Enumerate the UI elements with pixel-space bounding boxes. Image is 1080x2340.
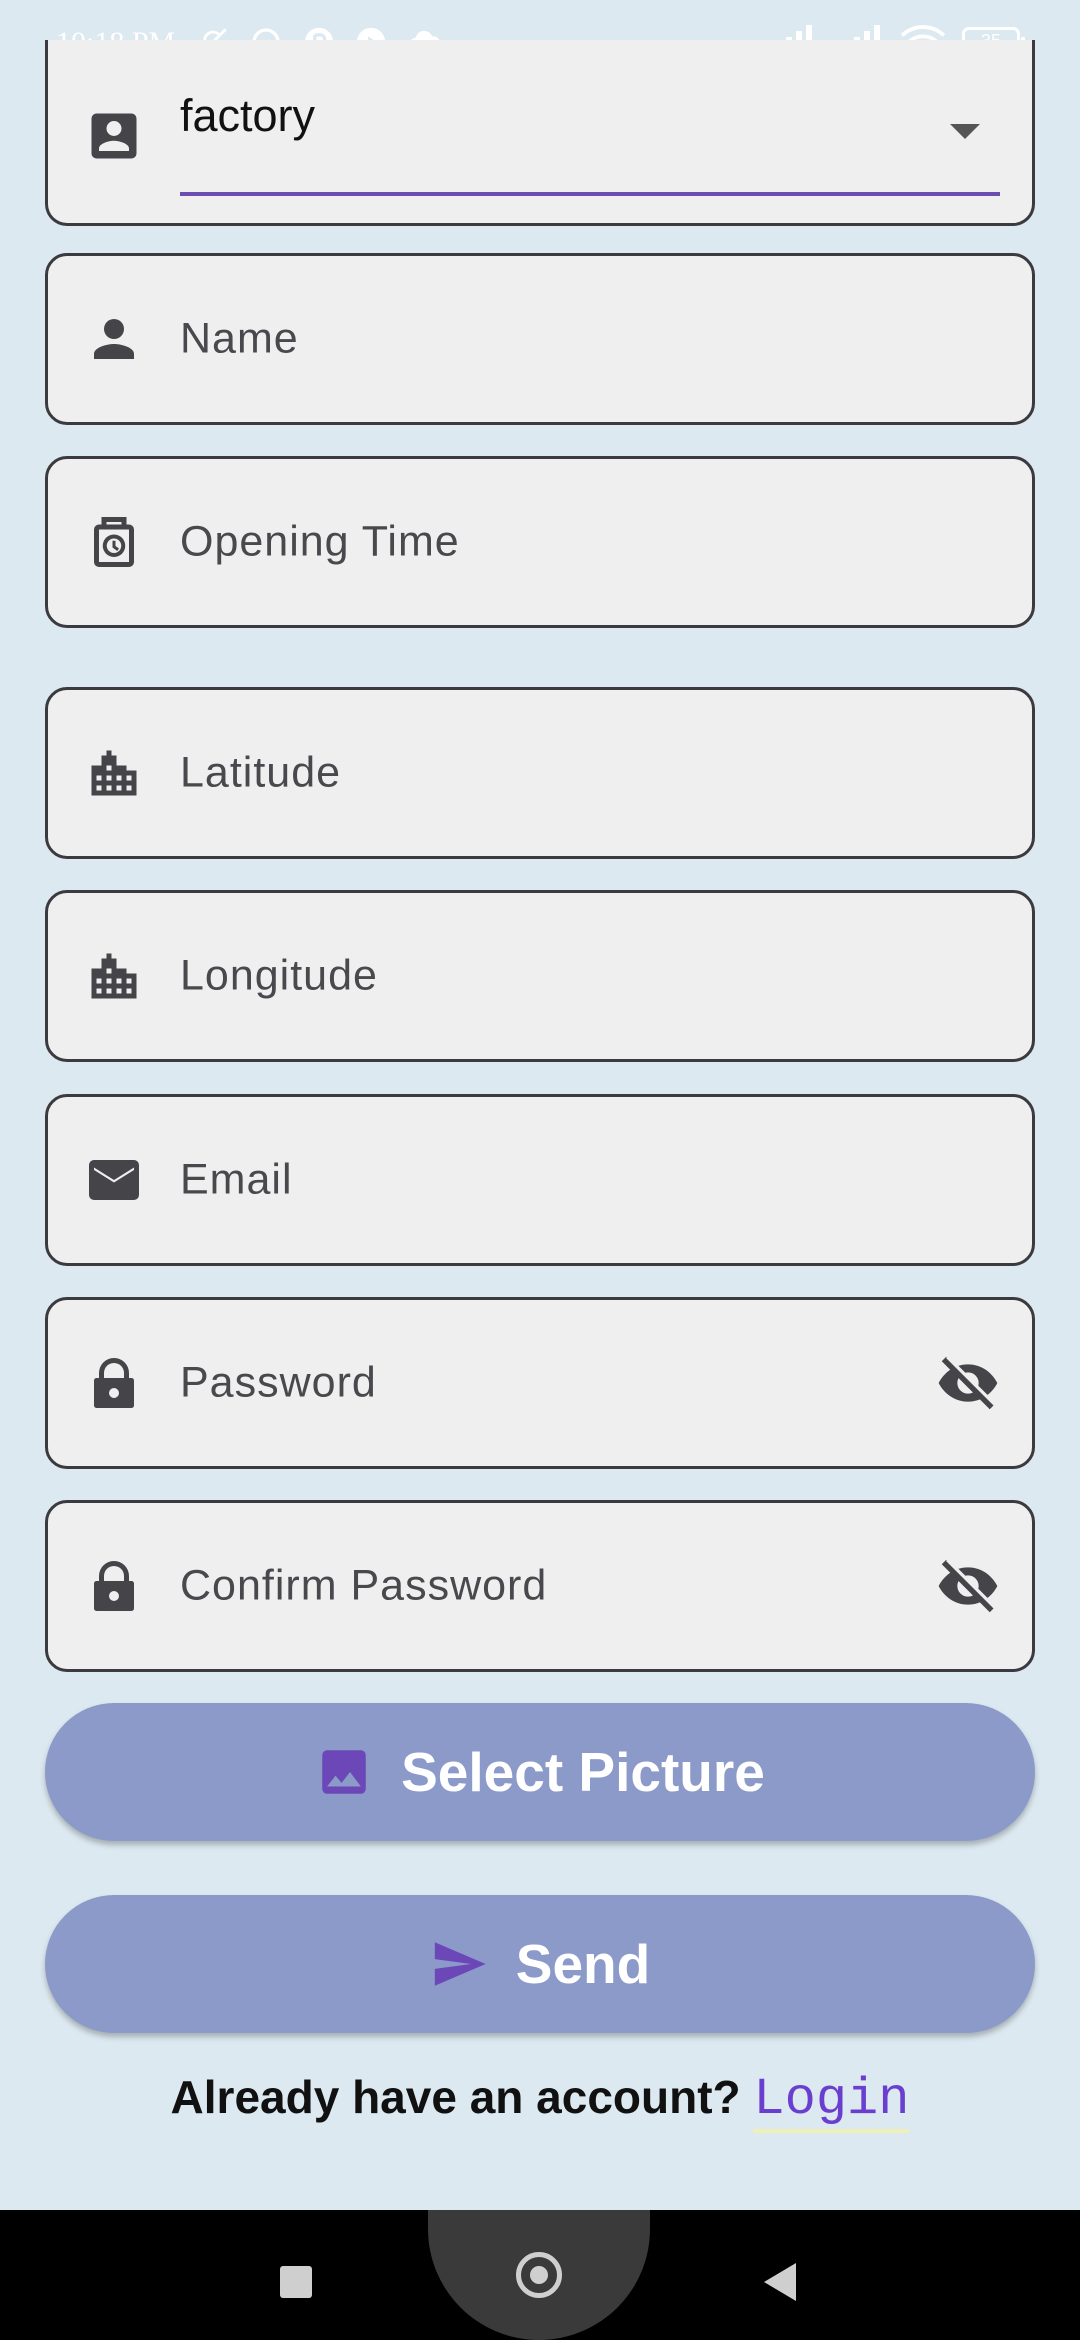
login-link[interactable]: Login — [753, 2070, 910, 2133]
email-field[interactable]: Email — [45, 1094, 1035, 1266]
dropdown-arrow-icon[interactable] — [950, 124, 980, 139]
opening-time-placeholder: Opening Time — [180, 517, 460, 566]
name-placeholder: Name — [180, 314, 299, 363]
clock-icon — [84, 512, 144, 572]
select-picture-label: Select Picture — [401, 1741, 765, 1803]
confirm-password-placeholder: Confirm Password — [180, 1561, 548, 1610]
longitude-field[interactable]: Longitude — [45, 890, 1035, 1062]
latitude-field[interactable]: Latitude — [45, 687, 1035, 859]
account-type-dropdown[interactable]: factory — [45, 40, 1035, 226]
building-icon — [84, 946, 144, 1006]
send-icon — [430, 1935, 488, 1993]
confirm-password-field[interactable]: Confirm Password — [45, 1500, 1035, 1672]
email-placeholder: Email — [180, 1155, 293, 1204]
login-prompt: Already have an account? Login — [0, 2070, 1080, 2133]
send-label: Send — [515, 1933, 651, 1995]
lock-icon — [84, 1556, 144, 1616]
password-placeholder: Password — [180, 1358, 377, 1407]
back-button[interactable] — [764, 2263, 796, 2301]
password-field[interactable]: Password — [45, 1297, 1035, 1469]
login-prompt-text: Already have an account? — [170, 2071, 741, 2123]
image-icon — [315, 1743, 373, 1801]
name-field[interactable]: Name — [45, 253, 1035, 425]
navigation-bar — [0, 2210, 1080, 2340]
send-button[interactable]: Send — [45, 1895, 1035, 2033]
mail-icon — [84, 1150, 144, 1210]
account-type-value: factory — [180, 90, 316, 141]
home-button[interactable] — [428, 2210, 650, 2340]
person-icon — [84, 309, 144, 369]
recents-button[interactable] — [280, 2266, 312, 2298]
visibility-off-icon[interactable] — [936, 1554, 1000, 1618]
dropdown-underline — [180, 192, 1000, 196]
building-icon — [84, 743, 144, 803]
select-picture-button[interactable]: Select Picture — [45, 1703, 1035, 1841]
latitude-placeholder: Latitude — [180, 748, 342, 797]
visibility-off-icon[interactable] — [936, 1351, 1000, 1415]
home-icon — [516, 2252, 562, 2298]
account-box-icon — [84, 106, 144, 166]
longitude-placeholder: Longitude — [180, 951, 378, 1000]
lock-icon — [84, 1353, 144, 1413]
opening-time-field[interactable]: Opening Time — [45, 456, 1035, 628]
